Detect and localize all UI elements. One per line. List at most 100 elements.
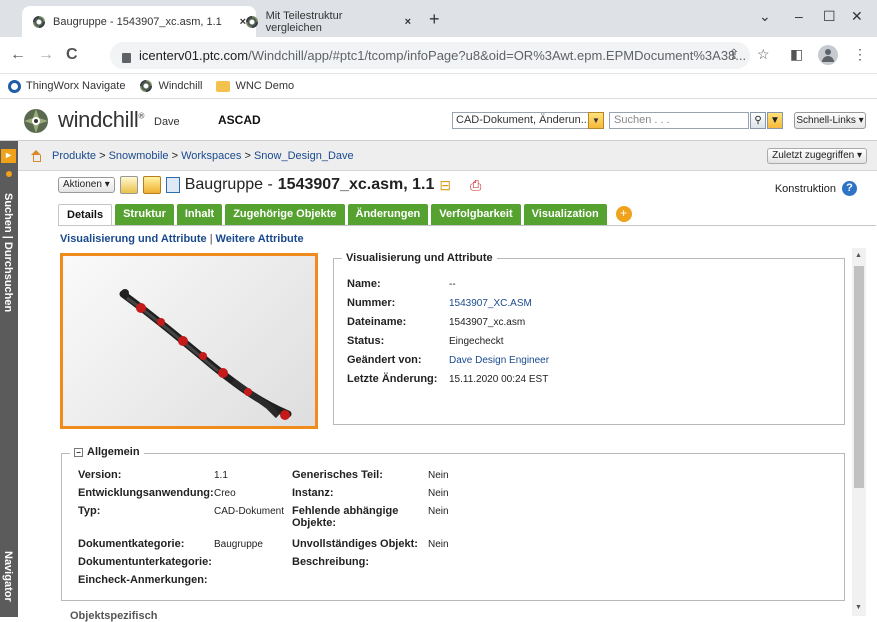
- pdf-icon[interactable]: ⎙: [470, 177, 481, 194]
- bookmark-wnc-demo[interactable]: WNC Demo: [216, 80, 294, 92]
- brand-name: windchill®: [58, 107, 145, 132]
- side-panel-icon[interactable]: ◧: [790, 46, 803, 63]
- windchill-favicon-icon: [139, 79, 153, 93]
- minimize-button[interactable]: –: [795, 8, 803, 24]
- link-more-attributes[interactable]: Weitere Attribute: [216, 233, 304, 245]
- attr-value: --: [449, 279, 456, 290]
- attr-label: Unvollständiges Objekt:: [292, 538, 418, 550]
- bookmark-star-icon[interactable]: ☆: [757, 46, 770, 63]
- tab-details[interactable]: Details: [58, 204, 113, 225]
- close-window-button[interactable]: ✕: [851, 8, 863, 25]
- panel-title: Visualisierung und Attribute: [342, 252, 497, 264]
- close-tab-icon[interactable]: ×: [405, 16, 411, 28]
- assembly-type-icon: [165, 177, 180, 193]
- browser-menu-icon[interactable]: ⋮: [853, 46, 867, 63]
- attr-label: Instanz:: [292, 487, 334, 499]
- search-type-select[interactable]: CAD-Dokument, Änderun... ▼: [452, 112, 604, 129]
- attr-label: Letzte Änderung:: [347, 373, 438, 385]
- url-input[interactable]: icenterv01.ptc.com/Windchill/app/#ptc1/t…: [110, 42, 750, 69]
- attr-label: Entwicklungsanwendung:: [78, 487, 214, 499]
- search-icon[interactable]: ⚲: [750, 112, 766, 129]
- windchill-favicon-icon: [32, 15, 46, 29]
- attr-value: Eingecheckt: [449, 336, 504, 347]
- breadcrumb-item[interactable]: Produkte: [52, 150, 96, 162]
- attr-value: Nein: [428, 506, 449, 517]
- back-button[interactable]: ←: [10, 46, 26, 64]
- attr-label: Typ:: [78, 505, 101, 517]
- maximize-button[interactable]: ☐: [823, 8, 836, 25]
- quick-links-button[interactable]: Schnell-Links ▾: [794, 112, 866, 129]
- content-scrollbar[interactable]: ▲ ▼: [852, 248, 866, 616]
- collapse-icon[interactable]: −: [74, 447, 83, 457]
- attr-label: Geändert von:: [347, 354, 422, 366]
- link-visualization-attributes[interactable]: Visualisierung und Attribute: [60, 233, 207, 245]
- browser-tab-active[interactable]: Baugruppe - 1543907_xc.asm, 1.1 ×: [22, 6, 256, 37]
- scrollbar-thumb[interactable]: [854, 266, 864, 488]
- windchill-favicon-icon: [245, 15, 259, 29]
- tab-traceability[interactable]: Verfolgbarkeit: [431, 204, 521, 225]
- attr-label: Dokumentunterkategorie:: [78, 556, 212, 568]
- chevron-down-icon: ▼: [588, 112, 604, 129]
- attr-label: Fehlende abhängige Objekte:: [292, 505, 399, 529]
- address-bar-row: ← → C icenterv01.ptc.com/Windchill/app/#…: [0, 37, 877, 74]
- search-options-chevron-icon[interactable]: ▼: [767, 112, 783, 129]
- attr-value: Nein: [428, 488, 449, 499]
- structure-icon[interactable]: [142, 176, 161, 194]
- new-tab-button[interactable]: +: [429, 9, 440, 30]
- scroll-down-icon[interactable]: ▼: [855, 604, 862, 611]
- breadcrumb-item[interactable]: Snow_Design_Dave: [254, 150, 354, 162]
- info-page-icon[interactable]: [119, 176, 138, 194]
- browser-tab-bar: Baugruppe - 1543907_xc.asm, 1.1 × Mit Te…: [0, 0, 877, 37]
- tab-structure[interactable]: Struktur: [115, 204, 174, 225]
- user-name[interactable]: Dave: [154, 116, 180, 128]
- attr-label: Eincheck-Anmerkungen:: [78, 574, 208, 586]
- attr-value: 15.11.2020 00:24 EST: [449, 374, 549, 385]
- thingworx-icon: [8, 79, 21, 93]
- url-host: icenterv01.ptc.com: [139, 48, 249, 63]
- attr-value: Baugruppe: [214, 539, 263, 550]
- reload-button[interactable]: C: [66, 46, 78, 64]
- help-icon[interactable]: ?: [842, 181, 857, 196]
- recently-accessed-button[interactable]: Zuletzt zugegriffen ▾: [767, 148, 867, 164]
- profile-avatar[interactable]: [818, 45, 838, 68]
- attr-value: CAD-Dokument: [214, 506, 285, 517]
- home-icon[interactable]: [30, 149, 42, 162]
- breadcrumb: Produkte > Snowmobile > Workspaces > Sno…: [18, 141, 877, 171]
- number-link[interactable]: 1543907_XC.ASM: [449, 298, 532, 309]
- share-icon[interactable]: ⇪: [728, 46, 740, 63]
- bookmark-windchill[interactable]: Windchill: [139, 79, 202, 93]
- forward-button[interactable]: →: [38, 46, 54, 64]
- bookmark-thingworx[interactable]: ThingWorx Navigate: [8, 79, 125, 93]
- visualization-attributes-panel: Visualisierung und Attribute Name: -- Nu…: [333, 252, 845, 425]
- attr-value: 1543907_xc.asm: [449, 317, 526, 328]
- navigator-tab[interactable]: Navigator: [2, 551, 14, 602]
- search-browse-tab[interactable]: Suchen | Durchsuchen: [2, 193, 14, 312]
- expand-sidebar-icon[interactable]: ▸: [1, 149, 16, 163]
- bookmarks-bar: ThingWorx Navigate Windchill WNC Demo: [0, 74, 877, 99]
- tab-content[interactable]: Inhalt: [176, 204, 223, 225]
- tab-title: Mit Teilestruktur vergleichen: [265, 9, 343, 34]
- folder-icon: [216, 80, 231, 92]
- browser-tab-compare[interactable]: Mit Teilestruktur vergleichen ×: [235, 6, 421, 37]
- scroll-up-icon[interactable]: ▲: [855, 252, 862, 259]
- breadcrumb-item[interactable]: Workspaces: [181, 150, 241, 162]
- tab-search-icon[interactable]: ⌄: [759, 8, 771, 25]
- attr-label: Beschreibung:: [292, 556, 370, 568]
- assembly-structure-icon: ⊟: [439, 176, 452, 193]
- next-section-title: Objektspezifisch: [70, 610, 158, 622]
- add-tab-button[interactable]: +: [615, 206, 632, 222]
- actions-menu-button[interactable]: Aktionen ▾: [58, 177, 115, 193]
- breadcrumb-item[interactable]: Snowmobile: [109, 150, 169, 162]
- model-thumbnail[interactable]: [60, 253, 318, 429]
- tab-related-objects[interactable]: Zugehörige Objekte: [225, 204, 345, 225]
- search-input[interactable]: Suchen . . .: [609, 112, 749, 129]
- context-label: Konstruktion ?: [775, 181, 857, 196]
- tab-changes[interactable]: Änderungen: [347, 204, 429, 225]
- tab-visualization[interactable]: Visualization: [523, 204, 607, 225]
- general-attributes-panel: − Allgemein Version: 1.1 Entwicklungsanw…: [61, 446, 845, 601]
- attr-label: Status:: [347, 335, 385, 347]
- assembly-preview-image: [119, 289, 292, 420]
- modified-by-link[interactable]: Dave Design Engineer: [449, 355, 549, 366]
- url-path: /Windchill/app/#ptc1/tcomp/infoPage?u8&o…: [248, 48, 747, 63]
- attr-label: Generisches Teil:: [292, 469, 383, 481]
